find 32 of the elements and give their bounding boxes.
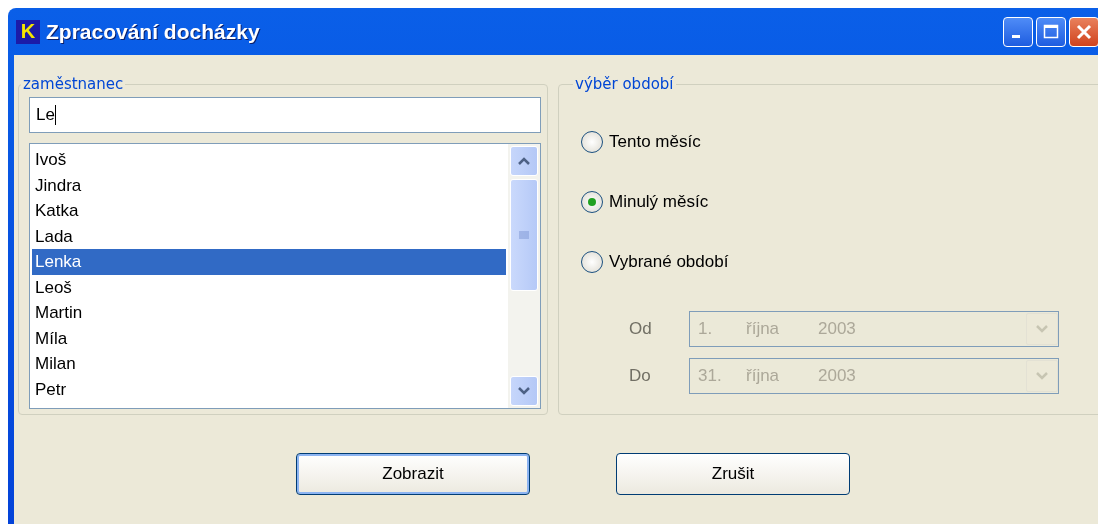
radio-icon[interactable] — [581, 251, 603, 273]
date-label: Do — [629, 366, 652, 386]
scroll-thumb[interactable] — [510, 179, 538, 291]
scroll-up-button[interactable] — [510, 146, 538, 176]
group-legend: zaměstnanec — [21, 75, 126, 93]
dialog-button[interactable]: Zrušit — [616, 453, 850, 495]
list-item[interactable]: Leoš — [32, 274, 506, 300]
app-logo-icon: K — [16, 19, 40, 44]
chevron-down-icon[interactable] — [518, 386, 530, 396]
list-item[interactable]: Lenka — [32, 249, 506, 275]
radio-icon[interactable] — [581, 131, 603, 153]
list-item[interactable]: Míla — [32, 325, 506, 351]
scroll-down-button[interactable] — [510, 376, 538, 406]
radio-option[interactable]: Tento měsíc — [581, 131, 701, 153]
list-item[interactable]: Milan — [32, 351, 506, 377]
radio-icon[interactable] — [581, 191, 603, 213]
scrollbar[interactable] — [508, 144, 540, 408]
grip-icon[interactable] — [519, 231, 529, 239]
list-item[interactable]: Katka — [32, 198, 506, 224]
window-title: Zpracování docházky — [46, 19, 260, 44]
list-item[interactable]: Ivoš — [32, 147, 506, 173]
list-item[interactable]: Martin — [32, 300, 506, 326]
radio-option[interactable]: Minulý měsíc — [581, 191, 709, 213]
date-label: Od — [629, 319, 653, 339]
radio-option[interactable]: Vybrané období — [581, 251, 729, 273]
list-item[interactable]: Petr — [32, 376, 506, 402]
search-field[interactable]: Le — [29, 97, 541, 133]
chevron-up-icon[interactable] — [518, 156, 530, 166]
group-legend: výběr období — [573, 75, 676, 93]
list-item[interactable]: Jindra — [32, 172, 506, 198]
list-item[interactable]: Lada — [32, 223, 506, 249]
dialog-button[interactable]: Zobrazit — [296, 453, 530, 495]
